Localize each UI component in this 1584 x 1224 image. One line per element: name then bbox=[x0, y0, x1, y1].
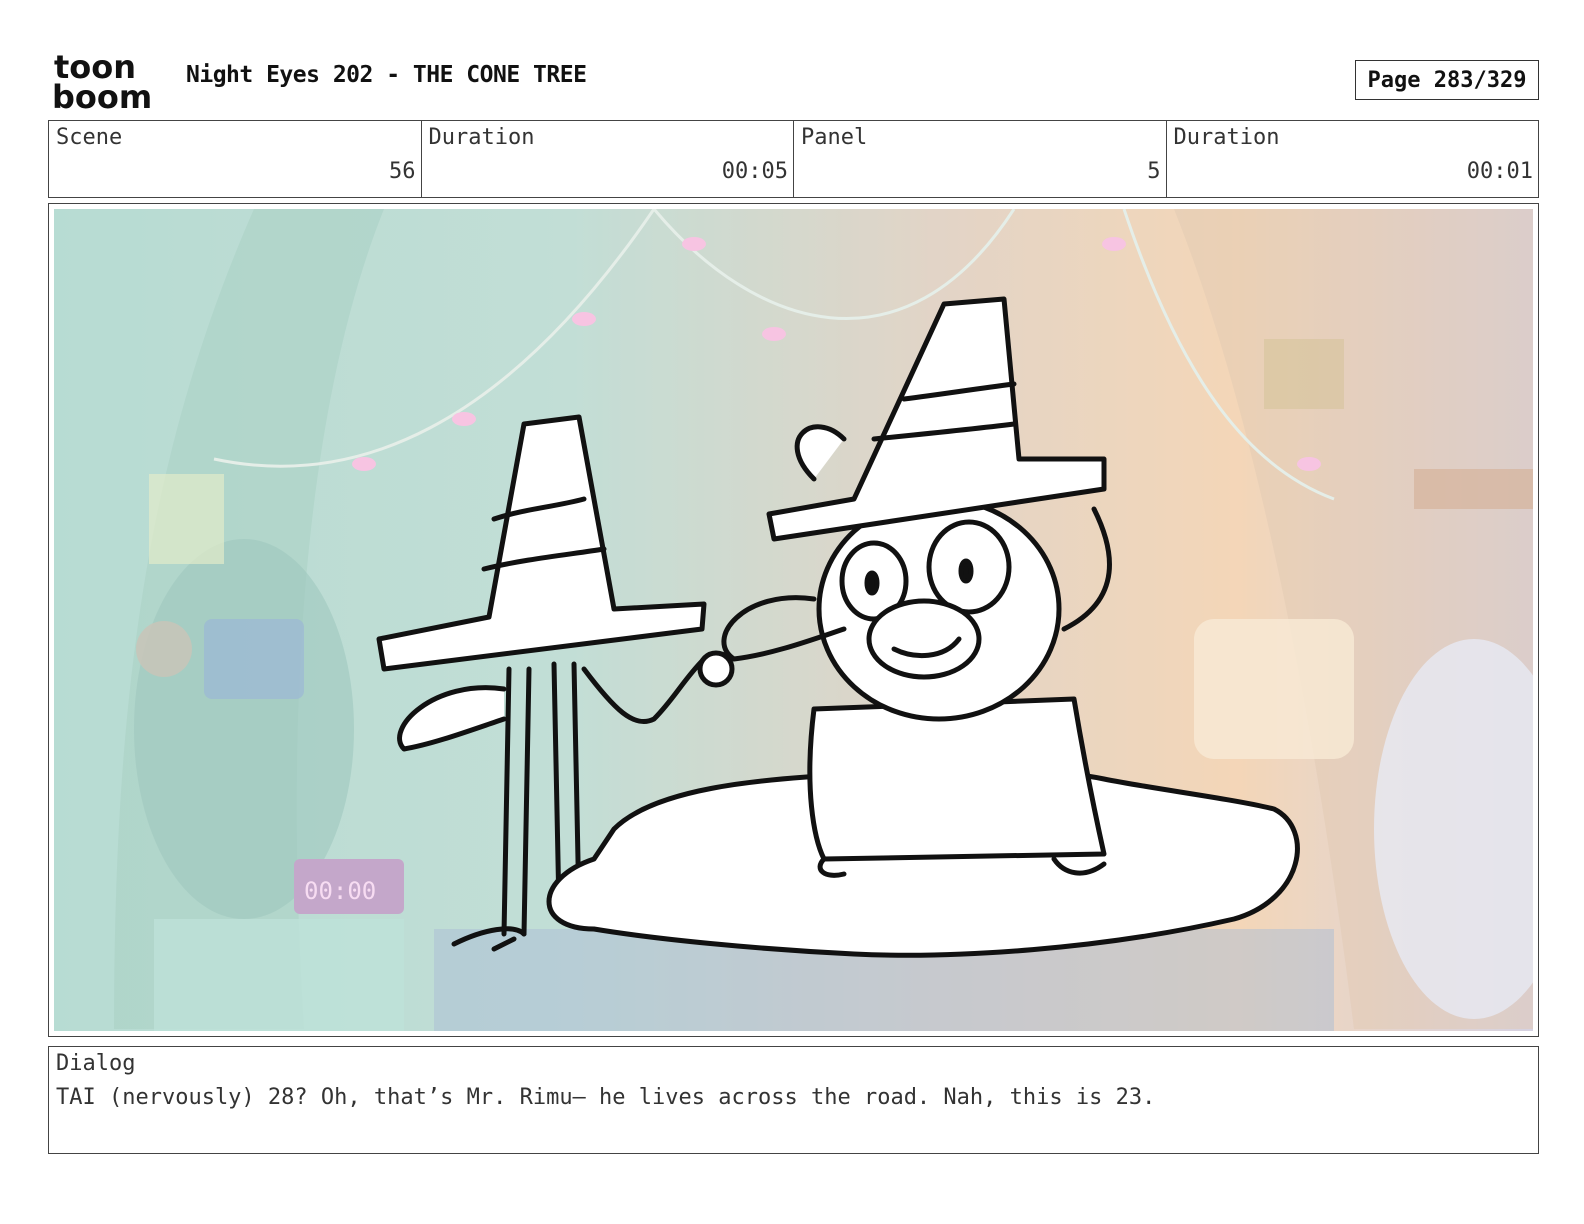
dialog-text: TAI (nervously) 28? Oh, that’s Mr. Rimu—… bbox=[56, 1085, 1156, 1110]
squirrel-snout bbox=[866, 598, 982, 680]
cone-hand bbox=[697, 650, 735, 688]
page-title: Night Eyes 202 - THE CONE TREE bbox=[186, 62, 587, 88]
duration-label: Duration bbox=[428, 125, 535, 150]
info-row: Scene 56 Duration 00:05 Panel 5 Duration… bbox=[48, 120, 1539, 198]
panel-duration-value: 00:01 bbox=[1466, 159, 1533, 184]
duration-value: 00:05 bbox=[721, 159, 788, 184]
page-number: Page 283/329 bbox=[1355, 60, 1539, 100]
panel-duration-label: Duration bbox=[1173, 125, 1280, 150]
panel-cell: Panel 5 bbox=[794, 121, 1167, 197]
scene-label: Scene bbox=[56, 125, 123, 150]
toon-boom-logo: toon boom bbox=[52, 50, 152, 112]
scene-cell: Scene 56 bbox=[49, 121, 422, 197]
panel-label: Panel bbox=[801, 125, 868, 150]
storyboard-panel: 00:00 bbox=[48, 203, 1539, 1037]
panel-artwork: 00:00 bbox=[54, 209, 1533, 1031]
squirrel-torso bbox=[807, 696, 1107, 862]
dialog-box: Dialog TAI (nervously) 28? Oh, that’s Mr… bbox=[48, 1046, 1539, 1154]
scene-value: 56 bbox=[389, 159, 416, 184]
scene-duration-cell: Duration 00:05 bbox=[422, 121, 794, 197]
logo-text-bottom: boom bbox=[52, 78, 152, 112]
dialog-label: Dialog bbox=[56, 1051, 136, 1076]
panel-duration-cell: Duration 00:01 bbox=[1167, 121, 1539, 197]
panel-value: 5 bbox=[1147, 159, 1161, 184]
